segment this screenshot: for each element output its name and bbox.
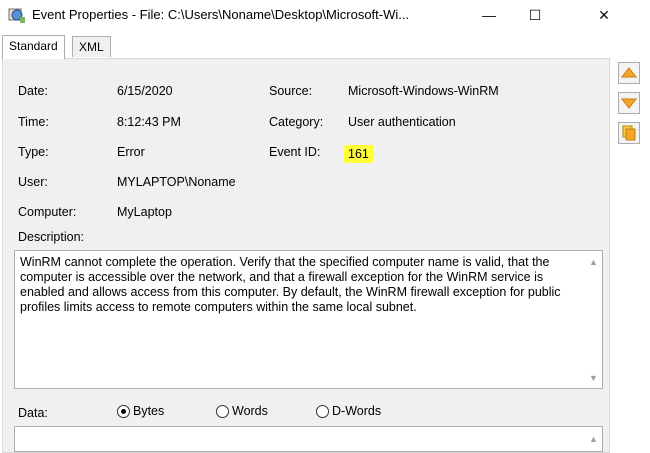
radio-dwords[interactable]: D-Words — [316, 404, 381, 418]
scroll-down-icon[interactable]: ▼ — [585, 369, 602, 386]
scroll-up-icon[interactable]: ▲ — [585, 253, 602, 270]
next-event-button[interactable] — [618, 92, 640, 114]
event-viewer-icon — [8, 8, 25, 23]
time-label: Time: — [18, 115, 49, 129]
date-value: 6/15/2020 — [117, 84, 173, 98]
tab-strip: Standard XML — [0, 35, 650, 59]
radio-selected-icon — [117, 404, 130, 418]
minimize-icon: — — [482, 7, 496, 23]
tab-standard[interactable]: Standard — [2, 35, 65, 59]
down-arrow-icon — [620, 98, 638, 109]
radio-unselected-icon — [216, 404, 229, 418]
event-id-value: 161 — [344, 145, 373, 163]
date-label: Date: — [18, 84, 48, 98]
data-box[interactable]: ▲ — [14, 426, 603, 452]
computer-value: MyLaptop — [117, 205, 172, 219]
type-label: Type: — [18, 145, 49, 159]
time-value: 8:12:43 PM — [117, 115, 181, 129]
radio-bytes-label: Bytes — [133, 404, 165, 418]
category-label: Category: — [269, 115, 324, 129]
event-id-label: Event ID: — [269, 145, 321, 159]
source-value: Microsoft-Windows-WinRM — [348, 84, 499, 98]
radio-bytes[interactable]: Bytes — [117, 404, 164, 418]
description-box[interactable]: WinRM cannot complete the operation. Ver… — [14, 250, 603, 389]
previous-event-button[interactable] — [618, 62, 640, 84]
scroll-up-icon[interactable]: ▲ — [585, 430, 602, 447]
maximize-icon: ☐ — [528, 6, 542, 23]
description-scrollbar[interactable]: ▲ ▼ — [585, 251, 602, 388]
close-icon: ✕ — [598, 6, 610, 23]
category-value: User authentication — [348, 115, 456, 129]
tab-xml[interactable]: XML — [72, 36, 111, 57]
maximize-button[interactable]: ☐ — [512, 0, 558, 30]
radio-unselected-icon — [316, 404, 329, 418]
type-value: Error — [117, 145, 145, 159]
radio-dwords-label: D-Words — [332, 404, 382, 418]
data-label: Data: — [18, 406, 48, 420]
source-label: Source: — [269, 84, 313, 98]
title-bar: Event Properties - File: C:\Users\Noname… — [0, 0, 650, 30]
description-text: WinRM cannot complete the operation. Ver… — [20, 255, 561, 314]
close-button[interactable]: ✕ — [558, 0, 650, 30]
minimize-button[interactable]: — — [466, 0, 512, 30]
user-label: User: — [18, 175, 48, 189]
window-title: Event Properties - File: C:\Users\Noname… — [32, 7, 410, 22]
up-arrow-icon — [620, 67, 638, 78]
radio-words[interactable]: Words — [216, 404, 268, 418]
copy-icon — [622, 125, 636, 141]
radio-words-label: Words — [232, 404, 268, 418]
copy-button[interactable] — [618, 122, 640, 144]
computer-label: Computer: — [18, 205, 77, 219]
description-label: Description: — [18, 230, 84, 244]
user-value: MYLAPTOP\Noname — [117, 175, 236, 189]
